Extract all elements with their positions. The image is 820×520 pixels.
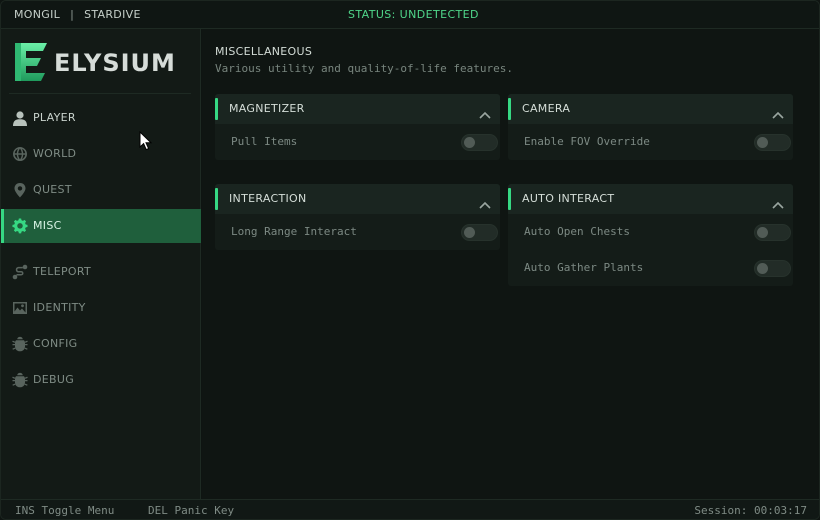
sidebar-item-identity[interactable]: IDENTITY [1,291,201,325]
page-title: MISCELLANEOUS [215,45,313,58]
sidebar-item-label: IDENTITY [33,301,86,314]
sidebar-item-label: DEBUG [33,373,75,386]
sidebar-item-config[interactable]: CONFIG [1,327,201,361]
elysium-logo: ELYSIUM [13,41,193,85]
user-name: MONGIL [14,8,61,21]
sidebar-item-teleport[interactable]: TELEPORT [1,255,201,289]
sidebar-item-player[interactable]: PLAYER [1,101,201,135]
globe-icon [12,146,28,162]
logo-text: ELYSIUM [54,49,176,77]
bug-icon [12,372,28,388]
card-title: INTERACTION [229,192,307,205]
card-header[interactable]: MAGNETIZER [215,94,500,124]
chevron-up-icon[interactable] [772,104,784,119]
card-interaction: INTERACTION Long Range Interact [215,184,500,250]
logo-divider [9,93,191,94]
auto-gather-plants-toggle[interactable] [754,260,791,277]
title-separator: | [70,8,75,21]
sidebar-item-debug[interactable]: DEBUG [1,363,201,397]
sidebar-item-label: QUEST [33,183,72,196]
card-auto-interact: AUTO INTERACT Auto Open Chests Auto Gath… [508,184,793,286]
setting-label: Auto Open Chests [524,225,630,238]
mouse-cursor-icon [139,130,153,151]
chevron-up-icon[interactable] [772,194,784,209]
setting-row: Auto Gather Plants [508,250,793,286]
page-subtitle: Various utility and quality-of-life feat… [215,62,514,75]
chevron-up-icon[interactable] [479,194,491,209]
card-title: CAMERA [522,102,571,115]
card-title: AUTO INTERACT [522,192,615,205]
setting-label: Auto Gather Plants [524,261,644,274]
app-window: MONGIL | STARDIVE STATUS: UNDETECTED ELYSI… [0,0,820,520]
card-header[interactable]: AUTO INTERACT [508,184,793,214]
setting-row: Pull Items [215,124,500,160]
toggle-knob [464,137,475,148]
toggle-knob [757,137,768,148]
status-bar: INS Toggle Menu DEL Panic Key Session: 0… [1,499,819,519]
pull-items-toggle[interactable] [461,134,498,151]
setting-label: Enable FOV Override [524,135,650,148]
sidebar-item-label: TELEPORT [33,265,92,278]
setting-label: Pull Items [231,135,298,148]
setting-label: Long Range Interact [231,225,357,238]
session-info: MONGIL | STARDIVE [14,8,141,21]
sidebar: ELYSIUM PLAYER WORLD QUEST MISC TELEPORT… [1,29,201,499]
chevron-up-icon[interactable] [479,104,491,119]
card-title: MAGNETIZER [229,102,305,115]
long-range-interact-toggle[interactable] [461,224,498,241]
sidebar-item-label: WORLD [33,147,77,160]
sidebar-item-misc[interactable]: MISC [1,209,201,243]
setting-row: Enable FOV Override [508,124,793,160]
game-name: STARDIVE [84,8,141,21]
sidebar-item-world[interactable]: WORLD [1,137,201,171]
toggle-knob [464,227,475,238]
sidebar-item-label: MISC [33,219,62,232]
route-icon [12,264,28,280]
toggle-menu-hint: INS Toggle Menu [15,504,115,517]
image-icon [12,300,28,316]
setting-row: Auto Open Chests [508,214,793,250]
map-pin-icon [12,182,28,198]
toggle-knob [757,263,768,274]
title-bar: MONGIL | STARDIVE STATUS: UNDETECTED [1,1,819,29]
bug-icon [12,336,28,352]
card-header[interactable]: CAMERA [508,94,793,124]
session-timer: Session: 00:03:17 [694,504,807,517]
gear-icon [12,218,28,234]
setting-row: Long Range Interact [215,214,500,250]
card-camera: CAMERA Enable FOV Override [508,94,793,160]
user-icon [12,110,28,126]
fov-override-toggle[interactable] [754,134,791,151]
sidebar-item-label: PLAYER [33,111,76,124]
status-indicator: STATUS: UNDETECTED [348,8,479,21]
auto-open-chests-toggle[interactable] [754,224,791,241]
main-panel: MISCELLANEOUS Various utility and qualit… [202,29,819,499]
panic-key-hint: DEL Panic Key [148,504,235,517]
toggle-knob [757,227,768,238]
sidebar-item-quest[interactable]: QUEST [1,173,201,207]
sidebar-item-label: CONFIG [33,337,78,350]
card-header[interactable]: INTERACTION [215,184,500,214]
card-magnetizer: MAGNETIZER Pull Items [215,94,500,160]
